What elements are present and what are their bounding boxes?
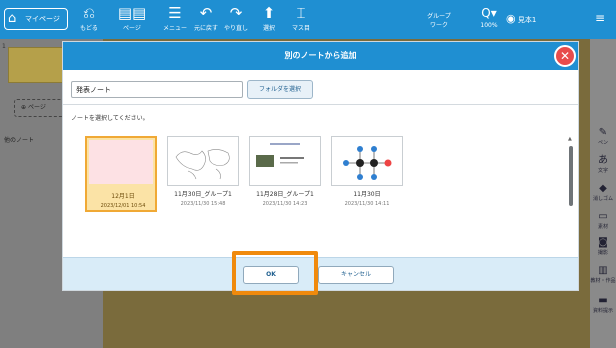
mypage-button[interactable]: ⌂ マイページ	[4, 8, 68, 30]
note-name: 12月1日	[111, 193, 135, 200]
present-icon: ▬	[598, 295, 608, 306]
molecule-icon	[343, 146, 392, 180]
note-item[interactable]: 11月28日_グループ1 2023/11/30 14:23	[249, 136, 321, 212]
note-item[interactable]: 12月1日 2023/12/01 10:54	[85, 136, 157, 212]
right-tool-palette: ✎ ペン あ 文字 ◆ 消しゴム ▭ 素材 ◙ 撮影 ▥ 教材・作品 ▬ 資料提…	[590, 39, 616, 348]
zoom-label: 100%	[480, 22, 498, 29]
page-label: ページ	[123, 25, 141, 32]
cancel-button[interactable]: キャンセル	[318, 266, 394, 284]
present-label: 資料提示	[592, 308, 613, 314]
note-thumbnail	[331, 136, 403, 186]
folder-path-input[interactable]	[71, 81, 243, 98]
note-thumbnail	[89, 140, 153, 184]
note-date: 2023/11/30 14:11	[344, 201, 390, 207]
book-tool[interactable]: ▥ 教材・作品	[590, 265, 616, 284]
camera-icon: ◙	[598, 237, 608, 248]
world-map-icon	[175, 149, 230, 180]
camera-label: 撮影	[597, 250, 608, 256]
dialog-header: 別のノートから追加 ✕	[63, 42, 578, 70]
text-label: 文字	[597, 168, 608, 174]
note-date: 2023/12/01 10:54	[100, 203, 146, 209]
eraser-icon: ◆	[599, 183, 607, 194]
text-icon: あ	[598, 155, 608, 166]
book-label: 教材・作品	[590, 278, 616, 284]
home-icon: ⌂	[8, 11, 17, 26]
redo-label: やり直し	[223, 25, 248, 32]
page-thumbnail[interactable]	[8, 47, 64, 83]
scroll-up-icon: ▲	[568, 136, 572, 142]
eraser-tool[interactable]: ◆ 消しゴム	[590, 183, 616, 202]
add-from-note-dialog: 別のノートから追加 ✕ フォルダを選択 ノートを選択してください。 12月1日 …	[62, 41, 579, 291]
grid-button[interactable]: ⌶ マス目	[288, 2, 314, 37]
eraser-label: 消しゴム	[592, 196, 613, 202]
menu-button[interactable]: ☰ メニュー	[160, 2, 190, 37]
note-date: 2023/11/30 15:48	[180, 201, 226, 207]
select-note-prompt: ノートを選択してください。	[71, 115, 149, 122]
present-tool[interactable]: ▬ 資料提示	[590, 295, 616, 314]
undo-button[interactable]: ↶ 元に戻す	[192, 2, 220, 37]
slide-preview-icon	[256, 143, 304, 167]
note-date: 2023/11/30 14:23	[262, 201, 308, 207]
redo-button[interactable]: ↷ やり直し	[222, 2, 250, 37]
ok-button-highlight	[232, 251, 318, 295]
material-label: 素材	[597, 224, 608, 230]
camera-tool[interactable]: ◙ 撮影	[590, 237, 616, 256]
pen-tool[interactable]: ✎ ペン	[590, 127, 616, 146]
top-toolbar: ⌂ マイページ ⎌ もどる ▤▤ ページ ☰ メニュー ↶ 元に戻す ↷ やり直…	[0, 0, 616, 39]
zoom-icon: Q▾	[481, 6, 497, 20]
group-work-button[interactable]: グループ ワーク	[424, 12, 454, 30]
page-number: 1	[2, 43, 6, 50]
text-tool[interactable]: あ 文字	[590, 155, 616, 174]
note-item[interactable]: 11月30日 2023/11/30 14:11	[331, 136, 403, 212]
note-name: 11月28日_グループ1	[256, 191, 314, 198]
undo-arrow-icon: ⎌	[82, 4, 95, 22]
undo-icon: ↶	[199, 4, 213, 22]
material-icon: ▭	[598, 211, 608, 222]
hamburger-button[interactable]: ≡	[590, 10, 610, 26]
user-button[interactable]: ◉ 見本1	[506, 12, 554, 25]
close-icon: ✕	[559, 49, 571, 63]
zoom-button[interactable]: Q▾ 100%	[476, 5, 502, 30]
select-label: 選択	[262, 25, 275, 32]
user-name: 見本1	[517, 16, 537, 24]
select-folder-button[interactable]: フォルダを選択	[247, 80, 313, 99]
pen-icon: ✎	[598, 127, 608, 138]
divider	[63, 104, 578, 105]
add-icon: ⊕	[21, 104, 28, 111]
back-label: もどる	[80, 25, 98, 32]
material-tool[interactable]: ▭ 素材	[590, 211, 616, 230]
menu-label: メニュー	[162, 25, 187, 32]
pen-label: ペン	[597, 140, 608, 146]
scrollbar-thumb[interactable]	[569, 146, 573, 206]
select-icon: ⬆	[262, 4, 276, 22]
undo-label: 元に戻す	[193, 25, 218, 32]
grid-icon: ⌶	[296, 4, 306, 22]
note-thumbnail	[249, 136, 321, 186]
dialog-footer: OK キャンセル	[63, 257, 578, 290]
mypage-label: マイページ	[25, 15, 60, 23]
page-button[interactable]: ▤▤ ページ	[110, 2, 154, 37]
add-page-label: ページ	[27, 104, 46, 111]
grid-label: マス目	[291, 25, 310, 32]
note-name: 11月30日_グループ1	[174, 191, 232, 198]
redo-icon: ↷	[229, 4, 243, 22]
note-item[interactable]: 11月30日_グループ1 2023/11/30 15:48	[167, 136, 239, 212]
note-name: 11月30日	[353, 191, 381, 198]
close-button[interactable]: ✕	[554, 45, 576, 67]
group-label-line1: グループ	[427, 13, 451, 20]
group-label-line2: ワーク	[429, 22, 448, 29]
book-icon: ▥	[598, 265, 608, 276]
back-button[interactable]: ⎌ もどる	[76, 2, 102, 37]
note-thumbnail	[167, 136, 239, 186]
menu-icon: ☰	[168, 4, 182, 22]
dialog-title: 別のノートから追加	[284, 51, 357, 60]
user-icon: ◉	[506, 12, 516, 25]
select-button[interactable]: ⬆ 選択	[256, 2, 282, 37]
other-note-label[interactable]: 他のノート	[4, 135, 34, 144]
hamburger-icon: ≡	[594, 11, 606, 25]
page-icon: ▤▤	[117, 4, 147, 22]
